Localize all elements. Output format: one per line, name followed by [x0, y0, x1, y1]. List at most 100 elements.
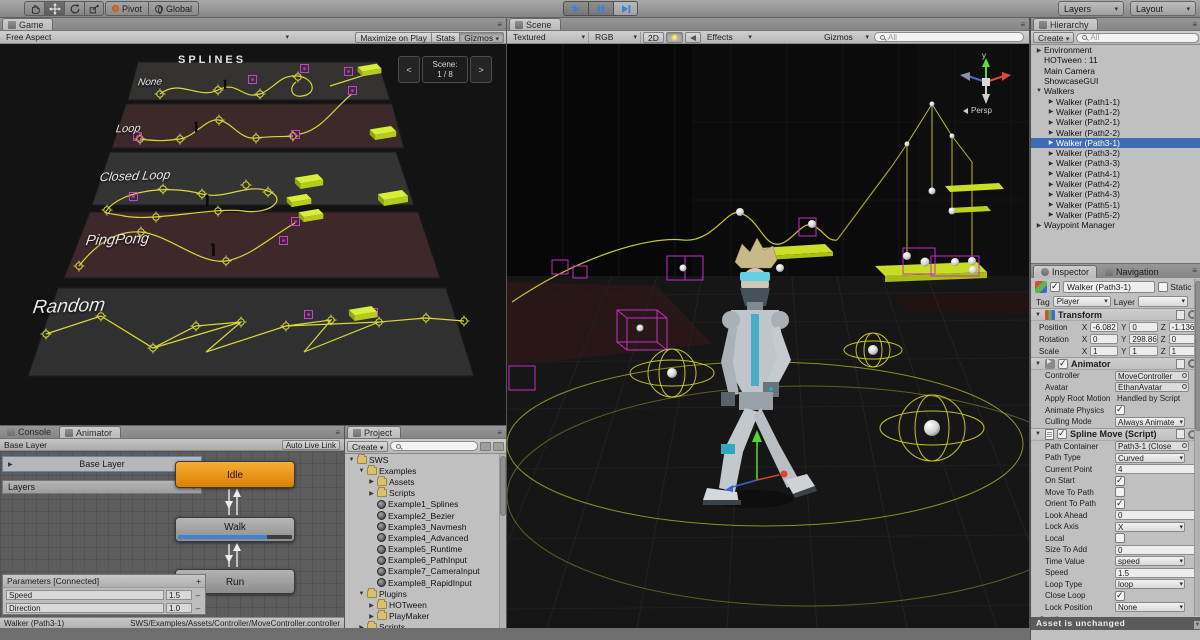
x-field[interactable]: 1: [1090, 346, 1118, 356]
hierarchy-item[interactable]: ShowcaseGUI: [1031, 76, 1200, 86]
search-by-type-icon[interactable]: [480, 442, 491, 451]
hierarchy-item[interactable]: Environment: [1031, 45, 1200, 55]
effects-dropdown[interactable]: Effects: [703, 32, 755, 43]
parameter-name-field[interactable]: Speed: [6, 590, 164, 600]
base-layer-item[interactable]: ▶ Base Layer: [2, 456, 202, 472]
tab-console[interactable]: Console: [2, 426, 59, 438]
transform-component-header[interactable]: ▼ Transform: [1031, 308, 1200, 321]
property-value[interactable]: None: [1115, 602, 1185, 612]
project-item[interactable]: SWS: [345, 454, 499, 465]
hierarchy-item[interactable]: Walker (Path4-2): [1031, 179, 1200, 189]
x-field[interactable]: 0: [1090, 334, 1118, 344]
tab-project[interactable]: Project: [347, 426, 401, 438]
fold-arrow-icon[interactable]: [1035, 222, 1043, 229]
pivot-button[interactable]: Pivot: [105, 1, 148, 16]
layer-select[interactable]: [1138, 296, 1188, 307]
spline-move-component-header[interactable]: ▼ Spline Move (Script): [1031, 428, 1200, 441]
fold-arrow-icon[interactable]: ▼: [1035, 361, 1042, 367]
breadcrumb[interactable]: Base Layer: [4, 440, 47, 450]
fold-arrow-icon[interactable]: ▶: [8, 461, 13, 468]
fold-arrow-icon[interactable]: [1047, 150, 1055, 157]
fold-arrow-icon[interactable]: [1047, 191, 1055, 198]
property-value[interactable]: EthanAvatar: [1115, 382, 1189, 392]
parameter-name-field[interactable]: Direction: [6, 603, 164, 613]
property-value[interactable]: Always Animate: [1115, 417, 1185, 427]
project-item[interactable]: Example8_RapidInput: [345, 577, 499, 588]
fold-arrow-icon[interactable]: ▼: [1035, 312, 1042, 318]
animator-component-header[interactable]: ▼ Animator: [1031, 357, 1200, 370]
property-value[interactable]: loop: [1115, 579, 1185, 589]
property-value[interactable]: Handled by Script: [1115, 394, 1197, 404]
hierarchy-search-input[interactable]: All: [1076, 33, 1199, 43]
color-mode-dropdown[interactable]: RGB: [591, 32, 641, 43]
move-tool-button[interactable]: [44, 1, 64, 16]
z-field[interactable]: 1: [1169, 346, 1197, 356]
animator-graph[interactable]: ▶ Base Layer Layers + Idle Walk Run Para…: [0, 451, 344, 617]
fold-arrow-icon[interactable]: ▼: [1035, 431, 1042, 437]
project-item[interactable]: Example3_Navmesh: [345, 521, 499, 532]
fold-arrow-icon[interactable]: [1047, 129, 1055, 136]
property-checkbox[interactable]: [1115, 487, 1125, 497]
next-scene-button[interactable]: >: [470, 56, 492, 83]
layout-dropdown[interactable]: Layout ▾: [1130, 1, 1196, 16]
property-value[interactable]: 0: [1115, 510, 1197, 520]
property-value[interactable]: X: [1115, 522, 1185, 532]
hierarchy-item[interactable]: Main Camera: [1031, 66, 1200, 76]
property-checkbox[interactable]: [1115, 591, 1125, 601]
rotate-tool-button[interactable]: [64, 1, 84, 16]
scrollbar-thumb[interactable]: [500, 456, 506, 516]
state-node-walk[interactable]: Walk: [175, 517, 295, 542]
maximize-on-play-button[interactable]: Maximize on Play: [355, 32, 431, 43]
static-checkbox[interactable]: [1158, 282, 1168, 292]
property-value[interactable]: 1.5: [1115, 568, 1197, 578]
project-item[interactable]: Examples: [345, 465, 499, 476]
tab-navigation[interactable]: Navigation: [1098, 265, 1166, 278]
tab-scene[interactable]: Scene: [509, 18, 561, 30]
tab-game[interactable]: Game: [2, 18, 53, 30]
persp-toggle[interactable]: Persp: [963, 106, 992, 115]
project-item[interactable]: Example6_PathInput: [345, 555, 499, 566]
property-value[interactable]: 4: [1115, 464, 1197, 474]
auto-live-link-button[interactable]: Auto Live Link: [282, 440, 340, 450]
project-item[interactable]: Example4_Advanced: [345, 532, 499, 543]
hierarchy-create-button[interactable]: Create ▾: [1033, 32, 1074, 43]
scroll-down-arrow[interactable]: ▼: [1194, 621, 1200, 629]
project-item[interactable]: HOTween: [345, 599, 499, 610]
object-picker-icon[interactable]: [1182, 373, 1187, 378]
inspector-scrollbar[interactable]: [1194, 279, 1200, 616]
project-item[interactable]: Example1_Splines: [345, 499, 499, 510]
project-item[interactable]: Example5_Runtime: [345, 544, 499, 555]
fold-arrow-icon[interactable]: [1047, 170, 1055, 177]
audio-toggle-button[interactable]: [685, 32, 701, 43]
global-button[interactable]: Global: [148, 1, 199, 16]
help-doc-icon[interactable]: [1176, 310, 1185, 320]
hierarchy-item[interactable]: Walker (Path5-1): [1031, 199, 1200, 209]
hierarchy-item[interactable]: Walker (Path2-2): [1031, 127, 1200, 137]
layers-dropdown[interactable]: Layers ▾: [1058, 1, 1124, 16]
hand-tool-button[interactable]: [24, 1, 44, 16]
parameter-value-field[interactable]: 1.5: [166, 590, 192, 600]
panel-menu-icon[interactable]: ≡: [497, 20, 502, 29]
help-doc-icon[interactable]: [1176, 359, 1185, 369]
project-item[interactable]: Example2_Bezier: [345, 510, 499, 521]
x-field[interactable]: -6.082: [1090, 322, 1118, 332]
gameobject-name-field[interactable]: Walker (Path3-1): [1063, 281, 1155, 293]
property-checkbox[interactable]: [1115, 405, 1125, 415]
fold-arrow-icon[interactable]: [358, 468, 365, 474]
fold-arrow-icon[interactable]: [368, 478, 375, 485]
panel-menu-icon[interactable]: ≡: [1020, 20, 1025, 29]
z-field[interactable]: 0: [1169, 334, 1197, 344]
project-search-input[interactable]: [390, 441, 478, 451]
prev-scene-button[interactable]: <: [398, 56, 420, 83]
remove-parameter-button[interactable]: –: [194, 603, 202, 613]
tab-animator[interactable]: Animator: [59, 426, 121, 438]
project-item[interactable]: PlayMaker: [345, 611, 499, 622]
hierarchy-item[interactable]: Walker (Path1-2): [1031, 107, 1200, 117]
project-item[interactable]: Scripts: [345, 488, 499, 499]
fold-arrow-icon[interactable]: [368, 602, 375, 609]
project-item[interactable]: Plugins: [345, 588, 499, 599]
property-value[interactable]: speed: [1115, 556, 1185, 566]
project-create-button[interactable]: Create ▾: [347, 441, 388, 452]
property-checkbox[interactable]: [1115, 476, 1125, 486]
fold-arrow-icon[interactable]: [1035, 47, 1043, 54]
